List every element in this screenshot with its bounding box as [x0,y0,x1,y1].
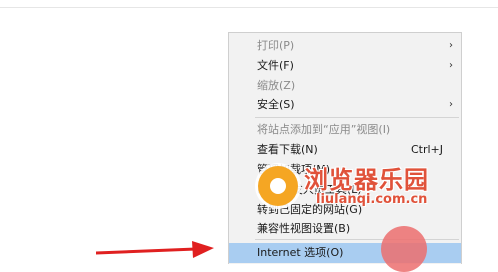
menu-item-compat-view[interactable]: 兼容性视图设置(B) [229,219,461,239]
menu-item-zoom-label: 缩放(Z) [257,79,296,92]
pointer-arrow-icon [96,241,214,258]
top-divider [0,7,498,8]
menu-item-f12-tools-label: F12 开发人员工具(L) [257,183,362,196]
shortcut-label: Ctrl+J [410,143,443,156]
menu-item-pinned-sites[interactable]: 转到已固定的网站(G) [229,200,461,220]
menu-item-safety[interactable]: 安全(S) › [229,95,461,115]
chevron-right-icon: › [449,40,453,51]
menu-separator [255,239,459,240]
menu-item-print[interactable]: 打印(P) › [229,36,461,56]
menu-item-print-label: 打印(P) [257,39,295,52]
menu-item-view-downloads[interactable]: 查看下载(N) Ctrl+J [229,140,461,160]
menu-item-manage-addons[interactable]: 管理加载项(M) [229,160,461,180]
menu-item-compat-view-label: 兼容性视图设置(B) [257,222,351,235]
menu-item-add-to-apps-label: 将站点添加到“应用”视图(I) [257,123,391,136]
menu-item-file-label: 文件(F) [257,59,294,72]
menu-item-pinned-sites-label: 转到已固定的网站(G) [257,203,363,216]
menu-item-f12-tools[interactable]: F12 开发人员工具(L) [229,180,461,200]
menu-separator [255,117,459,118]
chevron-right-icon: › [449,99,453,110]
menu-item-file[interactable]: 文件(F) › [229,56,461,76]
menu-item-safety-label: 安全(S) [257,98,295,111]
chevron-right-icon: › [449,60,453,71]
menu-item-manage-addons-label: 管理加载项(M) [257,163,331,176]
tools-context-menu: 打印(P) › 文件(F) › 缩放(Z) 安全(S) › 将站点添加到“应用”… [228,32,462,264]
click-indicator [381,226,427,272]
menu-item-view-downloads-label: 查看下载(N) [257,143,318,156]
menu-item-zoom[interactable]: 缩放(Z) [229,76,461,96]
menu-item-internet-options-label: Internet 选项(O) [257,246,344,259]
menu-item-add-to-apps[interactable]: 将站点添加到“应用”视图(I) [229,120,461,140]
